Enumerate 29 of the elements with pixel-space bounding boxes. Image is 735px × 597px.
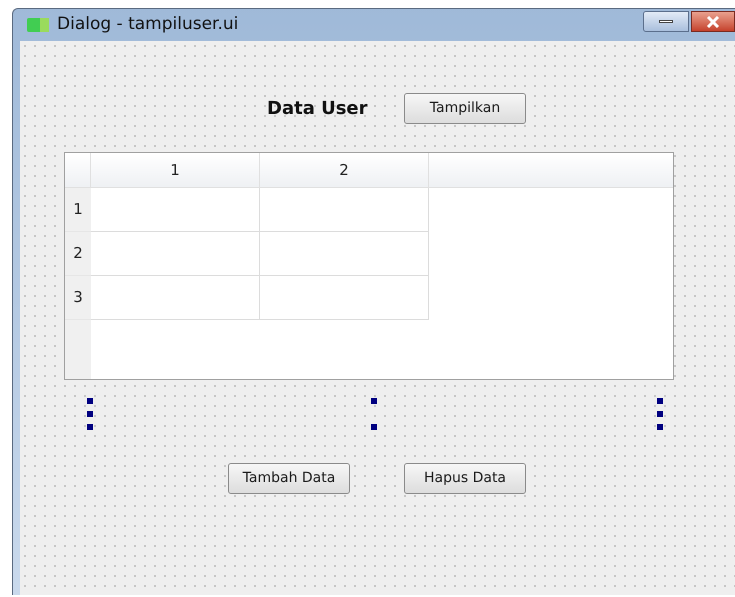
table-cell[interactable] xyxy=(260,188,429,232)
action-button[interactable]: Hapus Data xyxy=(404,463,526,494)
selection-handle[interactable] xyxy=(371,424,377,430)
close-icon xyxy=(706,16,720,28)
table-cell[interactable] xyxy=(91,276,260,320)
tampilkan-button[interactable]: Tampilkan xyxy=(404,93,526,124)
table-cell[interactable] xyxy=(260,276,429,320)
close-button[interactable] xyxy=(691,11,735,32)
row-header[interactable]: 3 xyxy=(65,276,91,320)
selection-handle[interactable] xyxy=(657,424,663,430)
table-cell[interactable] xyxy=(91,232,260,276)
selection-handle[interactable] xyxy=(371,398,377,404)
column-header[interactable]: 1 xyxy=(91,153,260,187)
column-header[interactable]: 2 xyxy=(260,153,429,187)
selection-handle[interactable] xyxy=(657,411,663,417)
table-cell[interactable] xyxy=(260,232,429,276)
selection-handle[interactable] xyxy=(657,398,663,404)
window-title: Dialog - tampiluser.ui xyxy=(57,13,238,36)
action-button[interactable]: Tambah Data xyxy=(228,463,350,494)
row-header[interactable]: 1 xyxy=(65,188,91,232)
minimize-icon xyxy=(659,20,673,23)
app-logo-icon xyxy=(27,18,49,32)
data-user-label: Data User xyxy=(267,97,369,121)
selection-handle[interactable] xyxy=(87,411,93,417)
selection-handle[interactable] xyxy=(87,424,93,430)
selection-handle[interactable] xyxy=(87,398,93,404)
row-header[interactable]: 2 xyxy=(65,232,91,276)
table-cell[interactable] xyxy=(91,188,260,232)
minimize-button[interactable] xyxy=(643,11,689,32)
